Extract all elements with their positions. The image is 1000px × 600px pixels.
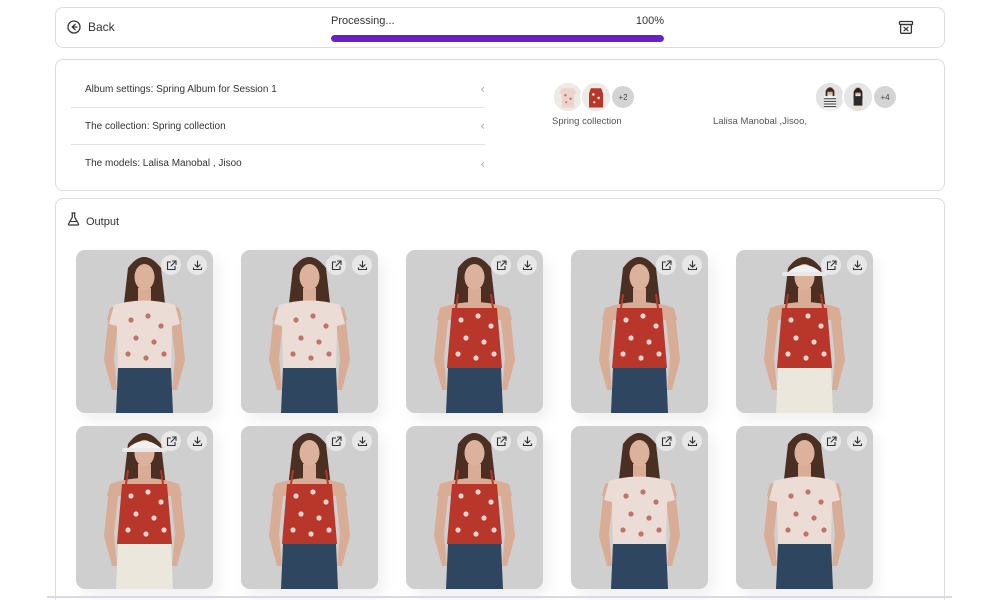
download-icon[interactable]	[847, 255, 867, 275]
model-more-count: +4	[872, 84, 898, 110]
external-link-icon[interactable]	[491, 255, 511, 275]
model-thumbnails[interactable]: +4 Lalisa Manobal ,Jisoo,	[713, 81, 898, 127]
models-row[interactable]: The models: Lalisa Manobal , Jisoo ‹	[71, 145, 485, 182]
album-settings-row[interactable]: Album settings: Spring Album for Session…	[71, 71, 485, 108]
output-image-card[interactable]	[241, 426, 378, 589]
chevron-left-icon: ‹	[480, 156, 485, 171]
chevron-left-icon: ‹	[480, 82, 485, 96]
output-image-card[interactable]	[406, 426, 543, 589]
download-icon[interactable]	[682, 255, 702, 275]
external-link-icon[interactable]	[656, 255, 676, 275]
card-actions	[326, 431, 372, 451]
card-actions	[656, 431, 702, 451]
progress-status: Processing...	[331, 15, 395, 27]
progress-percent: 100%	[635, 15, 664, 27]
card-actions	[491, 255, 537, 275]
external-link-icon[interactable]	[326, 255, 346, 275]
archive-box-icon[interactable]	[898, 20, 914, 35]
external-link-icon[interactable]	[161, 431, 181, 451]
external-link-icon[interactable]	[491, 431, 511, 451]
external-link-icon[interactable]	[326, 431, 346, 451]
arrow-left-circle-icon	[67, 20, 81, 34]
back-button[interactable]: Back	[67, 20, 115, 34]
session-settings-panel: Album settings: Spring Album for Session…	[55, 59, 945, 191]
collection-row[interactable]: The collection: Spring collection ‹	[71, 108, 485, 145]
back-label: Back	[88, 20, 115, 34]
album-settings-label: Album settings: Spring Album for Session…	[85, 83, 277, 95]
download-icon[interactable]	[682, 431, 702, 451]
card-actions	[326, 255, 372, 275]
top-bar: Back Processing... 100%	[55, 7, 945, 48]
external-link-icon[interactable]	[656, 431, 676, 451]
output-image-card[interactable]	[736, 426, 873, 589]
output-image-card[interactable]	[76, 426, 213, 589]
external-link-icon[interactable]	[161, 255, 181, 275]
download-icon[interactable]	[517, 431, 537, 451]
card-actions	[161, 431, 207, 451]
output-image-card[interactable]	[571, 250, 708, 413]
download-icon[interactable]	[847, 431, 867, 451]
output-image-card[interactable]	[736, 250, 873, 413]
output-image-card[interactable]	[406, 250, 543, 413]
output-header: Output	[67, 212, 119, 231]
progress-fill	[331, 35, 664, 42]
output-image-card[interactable]	[76, 250, 213, 413]
external-link-icon[interactable]	[821, 255, 841, 275]
download-icon[interactable]	[352, 431, 372, 451]
output-image-card[interactable]	[571, 426, 708, 589]
download-icon[interactable]	[352, 255, 372, 275]
card-actions	[656, 255, 702, 275]
collection-thumbnail	[580, 81, 612, 113]
collection-more-count: +2	[610, 84, 636, 110]
external-link-icon[interactable]	[821, 431, 841, 451]
card-actions	[491, 431, 537, 451]
chevron-left-icon: ‹	[480, 119, 485, 133]
model-thumbnail	[842, 81, 874, 113]
divider	[47, 596, 952, 598]
download-icon[interactable]	[517, 255, 537, 275]
output-title: Output	[86, 215, 120, 228]
output-panel: Output	[55, 198, 945, 600]
download-icon[interactable]	[187, 431, 207, 451]
output-image-grid	[76, 250, 873, 589]
card-actions	[821, 255, 867, 275]
models-caption: Lalisa Manobal ,Jisoo,	[713, 116, 807, 127]
download-icon[interactable]	[187, 255, 207, 275]
collection-caption: Spring collection	[552, 116, 622, 127]
output-image-card[interactable]	[241, 250, 378, 413]
card-actions	[821, 431, 867, 451]
collection-label: The collection: Spring collection	[85, 120, 226, 132]
flask-icon	[67, 212, 80, 231]
card-actions	[161, 255, 207, 275]
models-label: The models: Lalisa Manobal , Jisoo	[85, 158, 242, 169]
progress-bar	[331, 35, 664, 42]
collection-thumbnails[interactable]: +2 Spring collection	[552, 81, 636, 127]
